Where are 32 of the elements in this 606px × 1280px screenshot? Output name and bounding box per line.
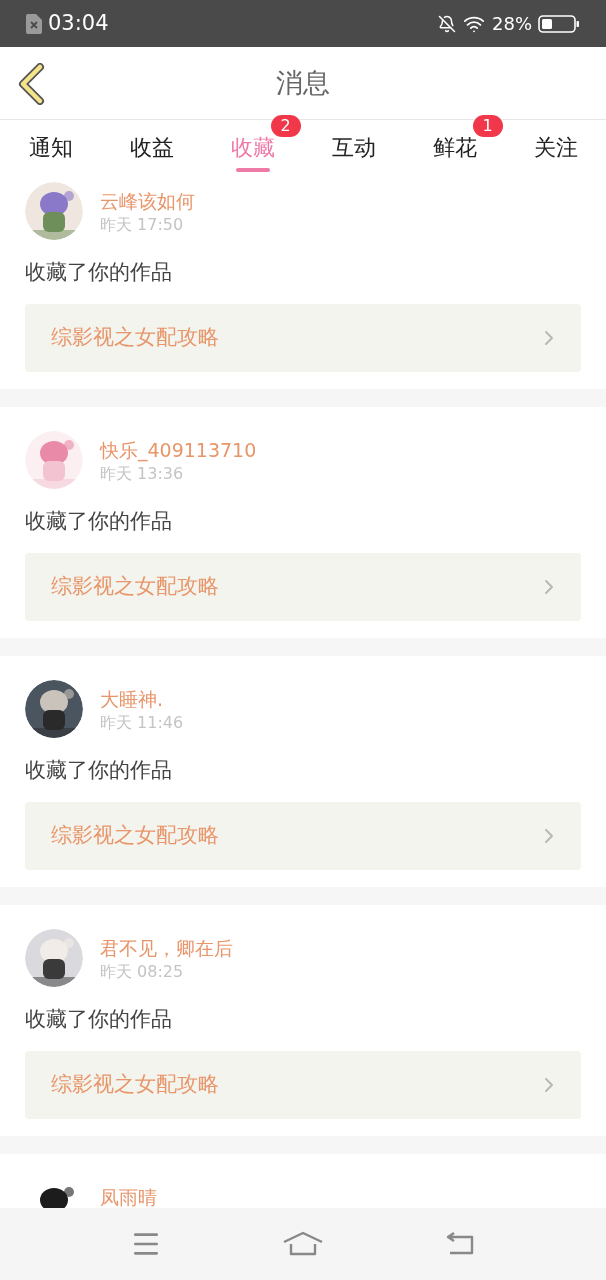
message-time: 昨天 13:36 — [100, 463, 185, 485]
tab[interactable]: 互动 — [331, 120, 376, 175]
tab-underline — [235, 168, 270, 172]
clock: 03:04 — [48, 9, 109, 37]
user-name[interactable]: 凤雨晴 — [100, 1184, 157, 1208]
message-text: 收藏了你的作品 — [25, 508, 173, 535]
work-link[interactable]: 综影视之女配攻略 — [25, 1051, 581, 1119]
user-name[interactable]: 云峰该如何 — [100, 188, 195, 214]
tab[interactable]: 通知 — [28, 120, 73, 175]
message-time: 昨天 08:25 — [100, 961, 185, 983]
user-name[interactable]: 大睡神. — [100, 686, 184, 712]
count-badge: 1 — [472, 115, 503, 137]
work-link[interactable]: 综影视之女配攻略 — [25, 553, 581, 621]
return-icon[interactable] — [444, 1231, 476, 1257]
sim-card-icon — [26, 13, 42, 34]
tab[interactable]: 收益 — [129, 120, 174, 175]
work-link[interactable]: 综影视之女配攻略 — [25, 304, 581, 372]
tab[interactable]: 关注 — [533, 120, 578, 175]
count-badge: 2 — [270, 115, 301, 137]
home-icon[interactable] — [282, 1230, 324, 1258]
work-link[interactable]: 综影视之女配攻略 — [25, 802, 581, 870]
user-name[interactable]: 君不见，卿在后 — [100, 935, 233, 961]
message-time: 昨天 11:46 — [100, 712, 184, 734]
message-text: 收藏了你的作品 — [25, 1006, 173, 1033]
message-text: 收藏了你的作品 — [25, 259, 173, 286]
user-name[interactable]: 快乐_409113710 — [100, 437, 257, 463]
battery-percent: 28% — [492, 12, 532, 36]
battery-icon — [538, 13, 580, 34]
page-title: 消息 — [276, 65, 330, 100]
bell-off-icon — [438, 14, 456, 33]
message-text: 收藏了你的作品 — [25, 757, 173, 784]
message-time: 昨天 17:50 — [100, 214, 185, 236]
